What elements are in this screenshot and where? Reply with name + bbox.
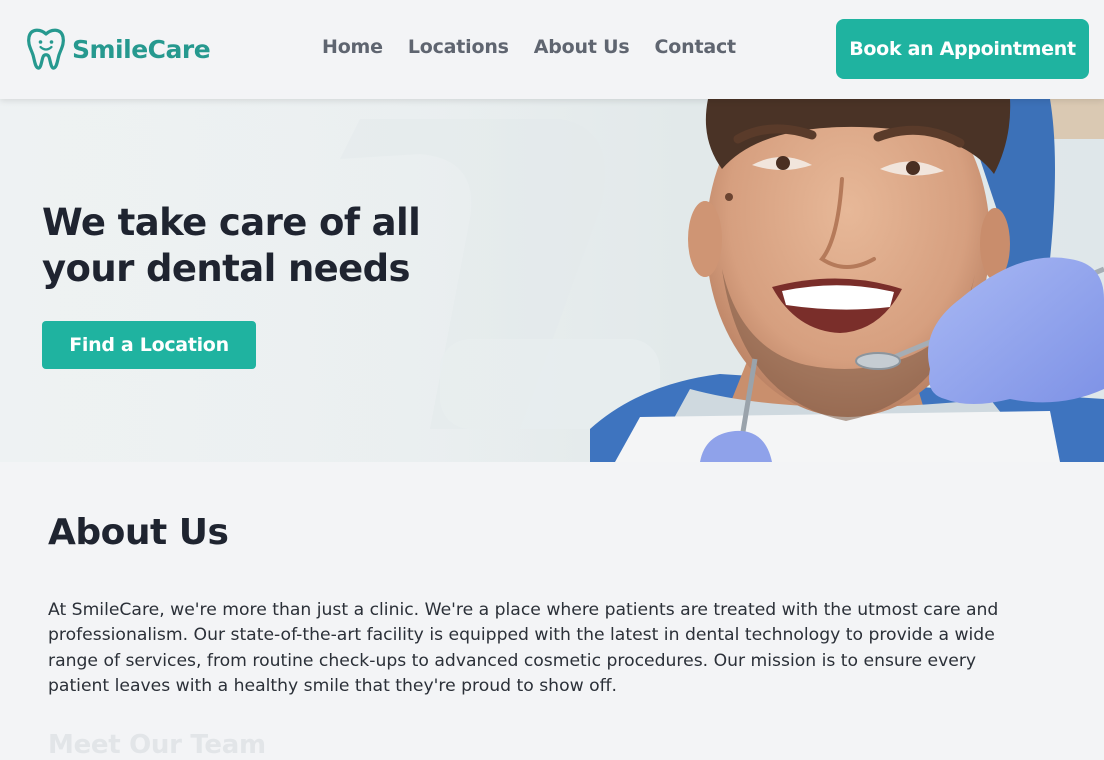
nav-about-us[interactable]: About Us (534, 36, 630, 58)
nav-locations[interactable]: Locations (408, 36, 509, 58)
hero-title: We take care of all your dental needs (42, 200, 462, 292)
main-nav: Home Locations About Us Contact (322, 36, 736, 58)
about-paragraph: At SmileCare, we're more than just a cli… (48, 600, 999, 696)
tooth-logo-icon (27, 28, 65, 70)
site-header: SmileCare Home Locations About Us Contac… (0, 0, 1104, 99)
about-heading: About Us (48, 512, 229, 553)
find-location-button[interactable]: Find a Location (42, 321, 256, 369)
hero-section: We take care of all your dental needs Fi… (0, 99, 1104, 462)
brand-name: SmileCare (72, 34, 211, 64)
nav-contact[interactable]: Contact (655, 36, 737, 58)
book-appointment-button[interactable]: Book an Appointment (836, 19, 1089, 79)
hero-title-line-2: your dental needs (42, 247, 411, 290)
hero-title-line-1: We take care of all (42, 201, 421, 244)
team-heading: Meet Our Team (48, 730, 266, 760)
nav-home[interactable]: Home (322, 36, 383, 58)
logo-link[interactable]: SmileCare (26, 27, 211, 71)
